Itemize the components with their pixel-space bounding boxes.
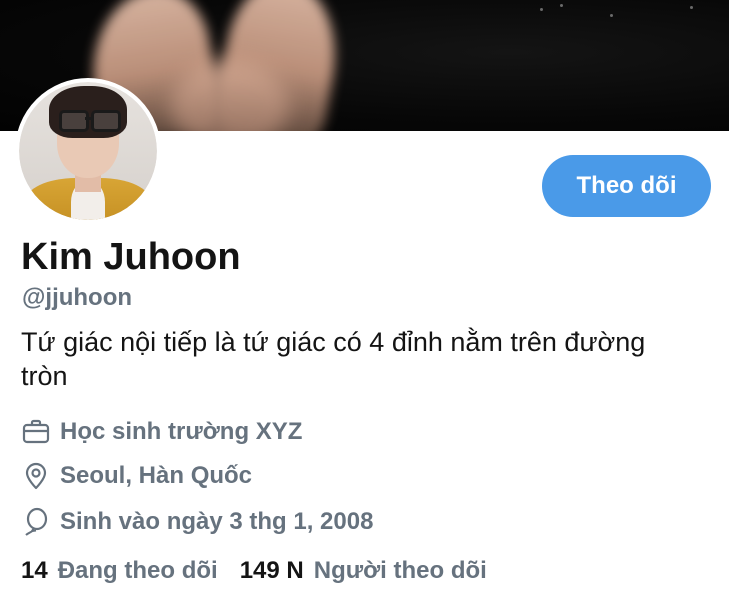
profile-page: Theo dõi Kim Juhoon @jjuhoon Tứ giác nội… bbox=[0, 0, 729, 600]
balloon-icon bbox=[21, 507, 51, 537]
followers-count: 149 N bbox=[239, 557, 304, 584]
avatar[interactable] bbox=[15, 78, 161, 224]
location-pin-icon bbox=[21, 461, 51, 491]
avatar-photo bbox=[19, 82, 157, 220]
profile-birthday-row: Sinh vào ngày 3 thg 1, 2008 bbox=[21, 505, 373, 539]
followers-link[interactable]: Người theo dõi bbox=[314, 557, 487, 585]
following-link[interactable]: Đang theo dõi bbox=[58, 557, 218, 585]
banner-speck bbox=[610, 14, 613, 17]
profile-birthday: Sinh vào ngày 3 thg 1, 2008 bbox=[60, 508, 374, 535]
profile-name: Kim Juhoon bbox=[21, 236, 241, 278]
avatar-shape bbox=[91, 110, 121, 132]
banner-speck bbox=[690, 6, 693, 9]
avatar-shape bbox=[85, 117, 93, 120]
profile-location-row: Seoul, Hàn Quốc bbox=[21, 459, 252, 493]
profile-stats: 14 Đang theo dõi 149 N Người theo dõi bbox=[21, 557, 509, 585]
banner-speck bbox=[540, 8, 543, 11]
profile-bio: Tứ giác nội tiếp là tứ giác có 4 đỉnh nằ… bbox=[21, 327, 646, 391]
briefcase-icon bbox=[21, 417, 51, 447]
following-count: 14 bbox=[21, 557, 48, 584]
avatar-shape bbox=[59, 110, 89, 132]
profile-location: Seoul, Hàn Quốc bbox=[60, 462, 253, 489]
profile-handle: @jjuhoon bbox=[22, 284, 133, 311]
follow-button[interactable]: Theo dõi bbox=[542, 155, 711, 217]
profile-job: Học sinh trường XYZ bbox=[60, 418, 303, 445]
banner-speck bbox=[560, 4, 563, 7]
profile-job-row: Học sinh trường XYZ bbox=[21, 415, 302, 449]
